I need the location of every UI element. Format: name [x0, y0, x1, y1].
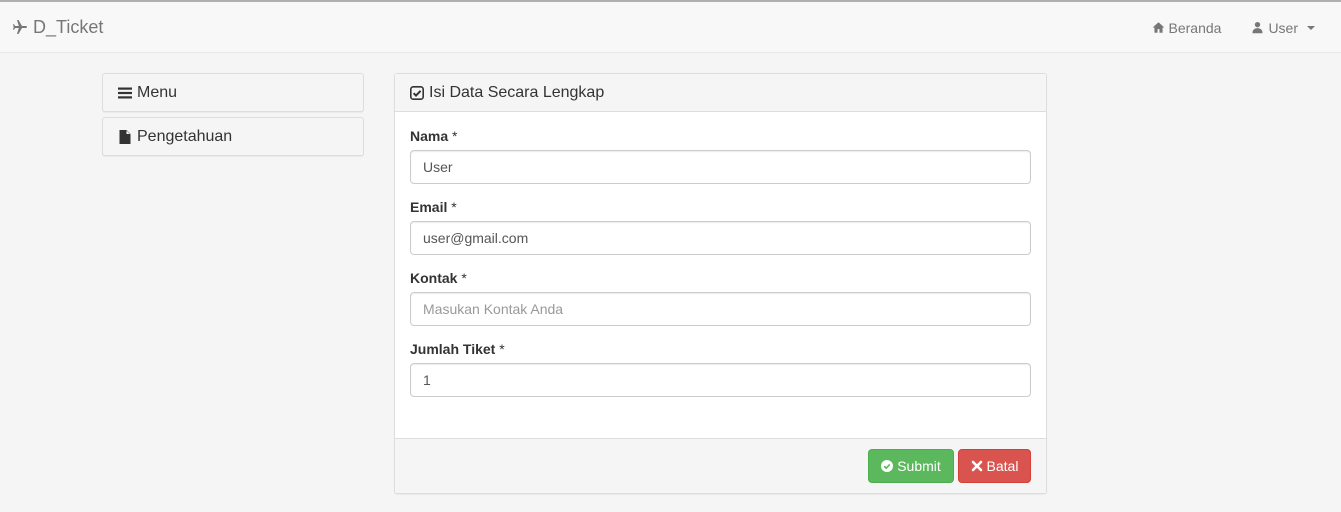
navbar: D_Ticket Beranda User — [0, 2, 1341, 53]
jumlah-tiket-input[interactable] — [410, 363, 1031, 397]
check-circle-icon — [881, 460, 894, 472]
form-group-jumlah-tiket: Jumlah Tiket * — [410, 341, 1031, 397]
form-body: Nama * Email * Kontak * Jumlah Tiket * — [395, 112, 1046, 397]
panel-title: Isi Data Secara Lengkap — [429, 83, 605, 101]
caret-down-icon — [1307, 25, 1315, 30]
close-icon — [971, 460, 983, 472]
home-icon — [1152, 21, 1165, 34]
nav-right: Beranda User — [1137, 2, 1341, 53]
submit-button[interactable]: Submit — [868, 449, 954, 483]
cancel-button[interactable]: Batal — [958, 449, 1031, 483]
submit-label: Submit — [897, 458, 941, 474]
kontak-input[interactable] — [410, 292, 1031, 326]
sidebar-item-pengetahuan[interactable]: Pengetahuan — [102, 117, 364, 156]
user-label: User — [1268, 19, 1298, 36]
form-group-kontak: Kontak * — [410, 270, 1031, 326]
nama-label: Nama * — [410, 128, 1031, 144]
kontak-label-text: Kontak — [410, 270, 458, 286]
bars-icon — [118, 86, 137, 100]
check-square-icon — [410, 85, 429, 100]
email-input[interactable] — [410, 221, 1031, 255]
jumlah-tiket-label: Jumlah Tiket * — [410, 341, 1031, 357]
file-icon — [118, 129, 137, 144]
user-icon — [1251, 21, 1264, 34]
nav-beranda-link[interactable]: Beranda — [1137, 2, 1237, 53]
email-label: Email * — [410, 199, 1031, 215]
sidebar-item-label: Menu — [137, 83, 178, 101]
panel-footer: Submit Batal — [395, 438, 1046, 493]
required-marker: * — [499, 341, 505, 357]
nav-beranda-label: Beranda — [1168, 19, 1222, 36]
form-panel: Isi Data Secara Lengkap Nama * Email * K… — [394, 73, 1047, 494]
kontak-label: Kontak * — [410, 270, 1031, 286]
required-marker: * — [452, 128, 458, 144]
nama-input[interactable] — [410, 150, 1031, 184]
panel-heading: Isi Data Secara Lengkap — [395, 74, 1046, 112]
cancel-label: Batal — [986, 458, 1019, 474]
nama-label-text: Nama — [410, 128, 449, 144]
sidebar-item-label: Pengetahuan — [137, 127, 233, 145]
brand-text: D_Ticket — [33, 16, 104, 37]
required-marker: * — [451, 199, 457, 215]
sidebar-item-menu[interactable]: Menu — [102, 73, 364, 112]
form-group-email: Email * — [410, 199, 1031, 255]
email-label-text: Email — [410, 199, 448, 215]
user-dropdown-toggle[interactable]: User — [1236, 2, 1341, 53]
required-marker: * — [461, 270, 467, 286]
plane-icon — [12, 19, 28, 35]
brand-link[interactable]: D_Ticket — [12, 16, 103, 38]
jumlah-tiket-label-text: Jumlah Tiket — [410, 341, 496, 357]
form-group-nama: Nama * — [410, 128, 1031, 184]
